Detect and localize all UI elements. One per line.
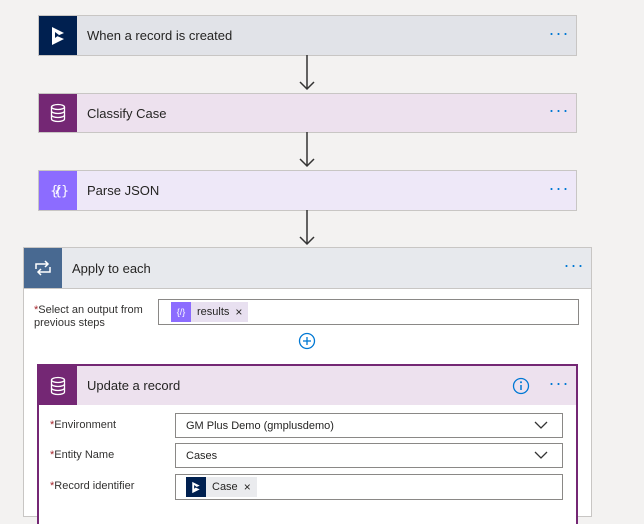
update-record-header[interactable]: Update a record ··· [39,366,576,405]
parse-json-title: Parse JSON [87,183,160,198]
entity-name-dropdown[interactable]: Cases [175,443,563,468]
trigger-title: When a record is created [87,28,233,43]
classify-case-title: Classify Case [87,105,167,121]
arrow-down-icon [299,210,315,246]
database-icon [39,366,77,405]
classify-case-more-button[interactable]: ··· [542,101,576,121]
entity-name-label: *Entity Name [50,449,115,461]
environment-dropdown[interactable]: GM Plus Demo (gmplusdemo) [175,413,563,438]
apply-to-each-more-button[interactable]: ··· [557,256,591,276]
arrow-down-icon [299,55,315,91]
classify-case-card[interactable]: Classify Case ··· [38,93,577,133]
case-token[interactable]: Case × [186,477,257,497]
database-icon [39,94,77,132]
dynamics-icon [39,16,77,55]
update-record-card: Update a record ··· *Environment GM Plus… [37,364,578,524]
trigger-card[interactable]: When a record is created ··· [38,15,577,56]
case-token-label: Case [212,481,238,493]
update-record-title: Update a record [87,378,181,393]
record-identifier-label: *Record identifier [50,480,135,492]
apply-to-each-title: Apply to each [72,260,151,276]
parse-json-more-button[interactable]: ··· [542,179,576,199]
json-icon: {{} [39,171,77,210]
loop-icon [24,248,62,288]
remove-results-token-button[interactable]: × [235,305,248,319]
apply-to-each-header[interactable]: Apply to each ··· [24,248,591,289]
chevron-down-icon [534,421,548,429]
chevron-down-icon [534,451,548,459]
record-identifier-field[interactable]: Case × [175,474,563,500]
add-action-icon[interactable] [298,332,316,350]
select-output-label: *Select an output from previous steps [34,304,143,329]
environment-value: GM Plus Demo (gmplusdemo) [186,419,334,432]
results-token[interactable]: {/} results × [171,302,249,322]
json-icon: {/} [171,302,191,322]
parse-json-card[interactable]: {{} Parse JSON ··· [38,170,577,211]
results-token-label: results [197,306,230,318]
svg-text:}: } [61,184,69,199]
entity-name-value: Cases [186,449,218,462]
remove-case-token-button[interactable]: × [244,480,257,494]
trigger-more-button[interactable]: ··· [542,24,576,44]
select-output-field[interactable]: {/} results × [158,299,579,325]
info-icon[interactable] [512,377,530,395]
update-record-more-button[interactable]: ··· [542,374,576,394]
environment-label: *Environment [50,419,117,431]
arrow-down-icon [299,132,315,168]
apply-to-each-container: Apply to each ··· *Select an output from… [23,247,592,524]
dynamics-icon [186,477,206,497]
